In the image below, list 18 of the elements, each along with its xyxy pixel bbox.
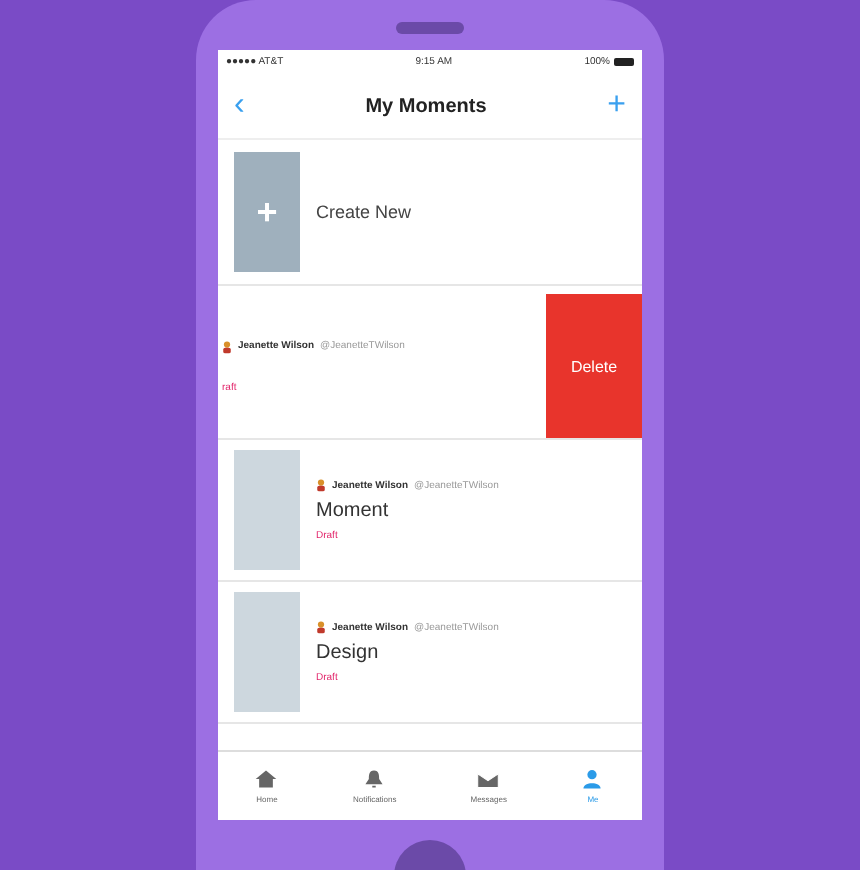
battery-icon [614, 58, 634, 66]
avatar-icon [316, 620, 326, 634]
home-icon [254, 768, 279, 790]
create-new-label: Create New [316, 202, 412, 222]
bell-icon [362, 768, 387, 790]
moment-title: Moment [316, 500, 391, 522]
plus-thumbnail: + [234, 152, 300, 272]
screen-title: My Moments [365, 95, 487, 117]
delete-button[interactable]: Delete [546, 294, 642, 438]
person-icon [580, 768, 605, 790]
moment-thumbnail [234, 592, 300, 712]
avatar-icon [222, 339, 232, 353]
moment-title: Design [316, 642, 381, 664]
avatar-icon [316, 478, 326, 492]
speaker-slot [396, 22, 464, 34]
moment-thumbnail [234, 450, 300, 570]
create-new-item[interactable]: + Create New [218, 140, 642, 286]
mail-icon [476, 768, 501, 790]
